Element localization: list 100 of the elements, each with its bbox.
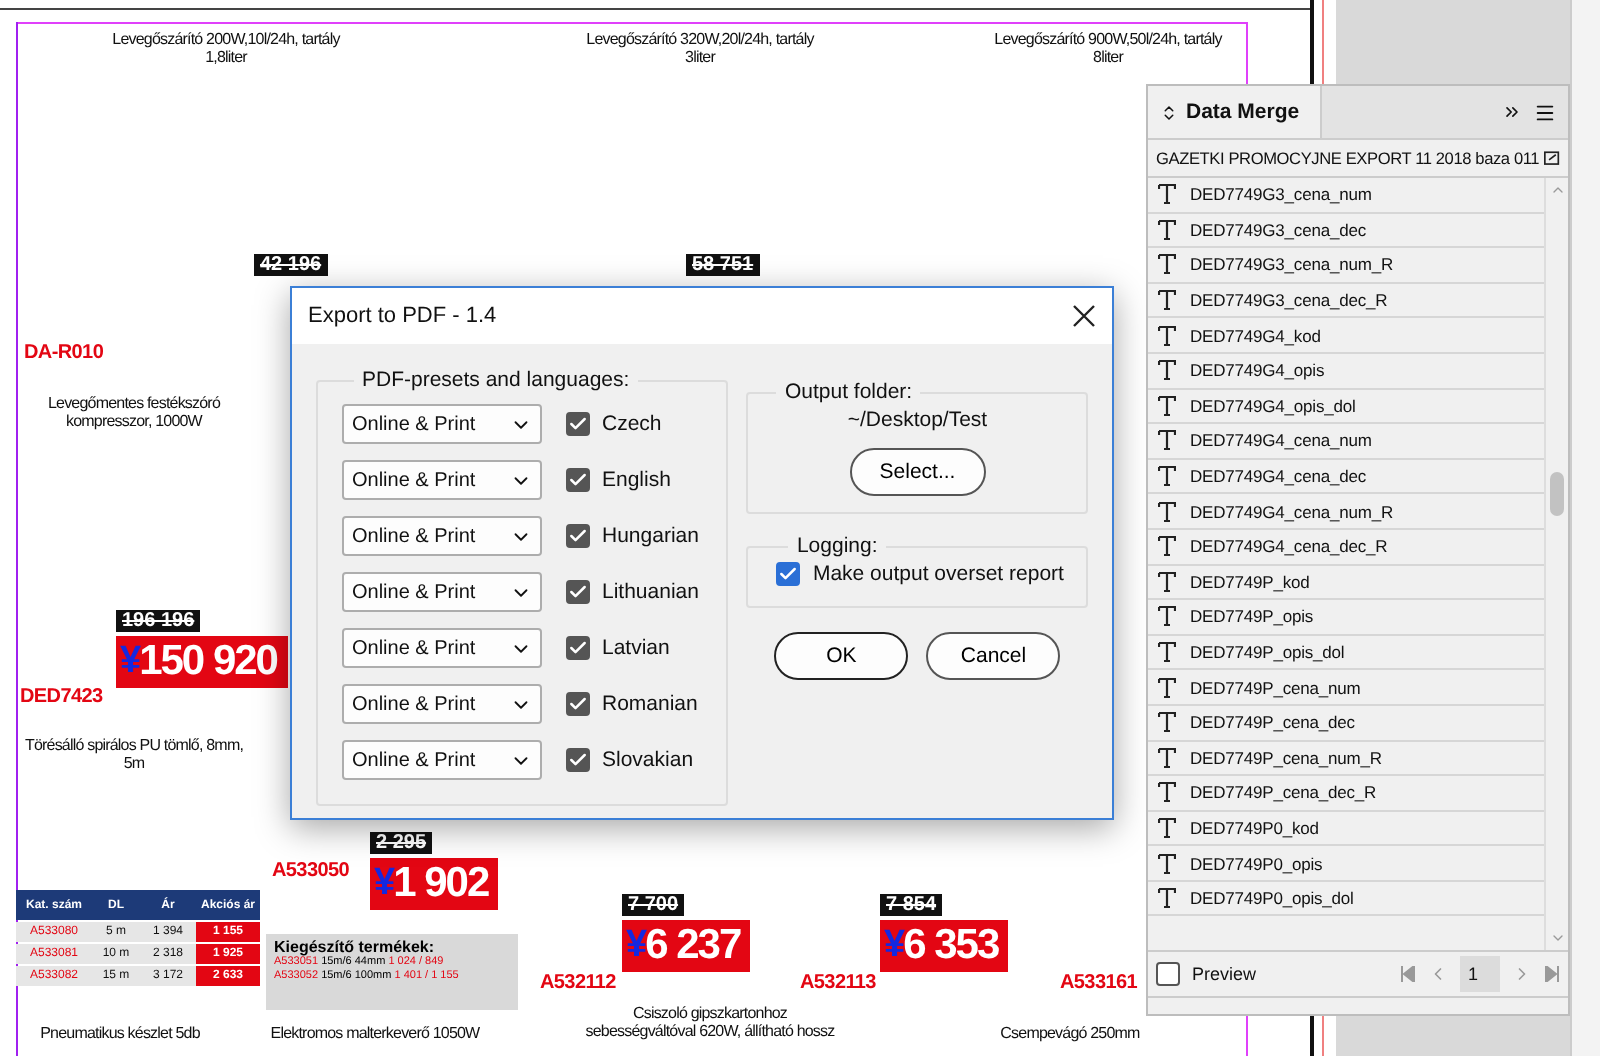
text-field-icon	[1158, 395, 1176, 416]
folder-path: ~/Desktop/Test	[847, 408, 988, 432]
field-row[interactable]: DED7749P_kod	[1148, 565, 1544, 601]
select-button[interactable]: Select...	[849, 448, 986, 496]
field-row[interactable]: DED7749P_cena_num_R	[1148, 741, 1544, 777]
checkbox[interactable]	[566, 636, 590, 660]
field-row[interactable]: DED7749G3_cena_dec	[1148, 213, 1544, 249]
old-price: 7 854	[880, 894, 943, 916]
product-title: Levegőszárító 900W,50l/24h, tartály 8liter	[992, 30, 1225, 66]
dialog-title: Export to PDF - 1.4	[308, 304, 497, 328]
language-checkbox[interactable]: Romanian	[566, 692, 698, 716]
product-code: A532113	[800, 972, 876, 994]
text-field-icon	[1158, 642, 1176, 663]
preset-dropdown[interactable]: Online & Print	[342, 404, 542, 444]
preset-dropdown[interactable]: Online & Print	[342, 516, 542, 556]
price-tag: ¥6 237	[622, 920, 751, 972]
page-number[interactable]: 1	[1460, 956, 1500, 992]
field-row[interactable]: DED7749P0_kod	[1148, 811, 1544, 847]
field-row[interactable]: DED7749P_opis	[1148, 600, 1544, 636]
checkbox[interactable]	[566, 692, 590, 716]
product-code: DED7423	[20, 686, 103, 708]
ok-button[interactable]: OK	[774, 632, 909, 680]
product-title: Csiszoló gipszkartonhoz sebességváltóval 620W, állítható hossz	[583, 1004, 837, 1040]
field-row[interactable]: DED7749G4_kod	[1148, 318, 1544, 354]
text-field-icon	[1158, 430, 1176, 451]
old-price: 7 700	[622, 894, 685, 916]
product-title: Elektromos malterkeverő 1050W	[268, 1024, 482, 1042]
checkbox[interactable]	[566, 748, 590, 772]
preset-dropdown[interactable]: Online & Print	[342, 628, 542, 668]
text-field-icon	[1158, 219, 1176, 240]
up-down-icon	[1160, 103, 1178, 121]
field-row[interactable]: DED7749G4_cena_dec	[1148, 459, 1544, 495]
menu-icon[interactable]	[1534, 101, 1556, 123]
product-title: Levegőszárító 200W,10l/24h, tartály 1,8liter	[110, 30, 343, 66]
product-code: A533050	[272, 860, 349, 882]
preset-dropdown[interactable]: Online & Print	[342, 460, 542, 500]
product-code: DA-R010	[24, 342, 104, 364]
field-row[interactable]: DED7749G4_opis_dol	[1148, 389, 1544, 425]
checkbox[interactable]	[566, 412, 590, 436]
overset-report-checkbox[interactable]: Make output overset report	[776, 562, 1070, 586]
old-price: 58 751	[686, 254, 760, 276]
group-label: Output folder:	[782, 380, 915, 404]
text-field-icon	[1158, 501, 1176, 522]
product-title: Levegőmentes festékszóró kompresszor, 1000W	[45, 394, 223, 430]
language-checkbox[interactable]: Slovakian	[566, 748, 694, 772]
text-field-icon	[1158, 466, 1176, 487]
text-field-icon	[1158, 606, 1176, 627]
text-field-icon	[1158, 290, 1176, 311]
checkbox[interactable]	[1156, 962, 1180, 986]
language-checkbox[interactable]: Hungarian	[566, 524, 699, 548]
close-icon	[1072, 304, 1096, 328]
preset-dropdown[interactable]: Online & Print	[342, 572, 542, 612]
text-field-icon	[1158, 571, 1176, 592]
field-row[interactable]: DED7749P_opis_dol	[1148, 635, 1544, 671]
field-row[interactable]: DED7749G3_cena_dec_R	[1148, 283, 1544, 319]
checkbox[interactable]	[776, 562, 801, 586]
text-field-icon	[1158, 888, 1176, 909]
text-field-icon	[1158, 817, 1176, 838]
group-label: Logging:	[794, 534, 880, 558]
scrollbar[interactable]	[1544, 178, 1568, 950]
preview-checkbox[interactable]: Preview	[1156, 962, 1257, 986]
field-row[interactable]: DED7749P_cena_dec_R	[1148, 776, 1544, 812]
field-row[interactable]: DED7749P_cena_num	[1148, 670, 1544, 706]
panel-tab[interactable]: Data Merge	[1148, 86, 1322, 138]
field-row[interactable]: DED7749G3_cena_num	[1148, 178, 1544, 214]
preset-dropdown[interactable]: Online & Print	[342, 740, 542, 780]
price-tag: ¥150 920	[116, 636, 287, 688]
text-field-icon	[1158, 747, 1176, 768]
field-row[interactable]: DED7749P0_opis_dol	[1148, 881, 1544, 917]
checkbox[interactable]	[566, 468, 590, 492]
field-row[interactable]: DED7749P_cena_dec	[1148, 705, 1544, 741]
link-icon[interactable]	[1543, 149, 1560, 167]
old-price: 42 196	[254, 254, 328, 276]
language-checkbox[interactable]: Latvian	[566, 636, 670, 660]
text-field-icon	[1158, 677, 1176, 698]
product-code: A533161	[1060, 972, 1137, 994]
field-row[interactable]: DED7749G4_cena_num_R	[1148, 494, 1544, 530]
product-title: Levegőszárító 320W,20l/24h, tartály 3liter	[584, 30, 817, 66]
product-title: Csempevágó 250mm	[998, 1024, 1142, 1042]
preset-dropdown[interactable]: Online & Print	[342, 684, 542, 724]
data-source-name: GAZETKI PROMOCYJNE EXPORT 11 2018 baza 011	[1156, 148, 1540, 168]
double-chevron-icon[interactable]	[1502, 102, 1522, 122]
language-checkbox[interactable]: Czech	[566, 412, 662, 436]
group-label: PDF-presets and languages:	[360, 368, 632, 392]
text-field-icon	[1158, 254, 1176, 275]
text-field-icon	[1158, 536, 1176, 557]
field-row[interactable]: DED7749G4_cena_num	[1148, 424, 1544, 460]
checkbox[interactable]	[566, 580, 590, 604]
field-row[interactable]: DED7749G3_cena_num_R	[1148, 248, 1544, 284]
scroll-thumb[interactable]	[1550, 472, 1564, 516]
field-row[interactable]: DED7749G4_cena_dec_R	[1148, 529, 1544, 566]
old-price: 2 295	[370, 832, 433, 854]
cancel-button[interactable]: Cancel	[926, 632, 1061, 680]
checkbox[interactable]	[566, 524, 590, 548]
language-checkbox[interactable]: English	[566, 468, 671, 492]
field-row[interactable]: DED7749P0_opis	[1148, 846, 1544, 882]
close-button[interactable]	[1072, 304, 1096, 328]
field-row[interactable]: DED7749G4_opis	[1148, 353, 1544, 390]
text-field-icon	[1158, 712, 1176, 733]
language-checkbox[interactable]: Lithuanian	[566, 580, 699, 604]
